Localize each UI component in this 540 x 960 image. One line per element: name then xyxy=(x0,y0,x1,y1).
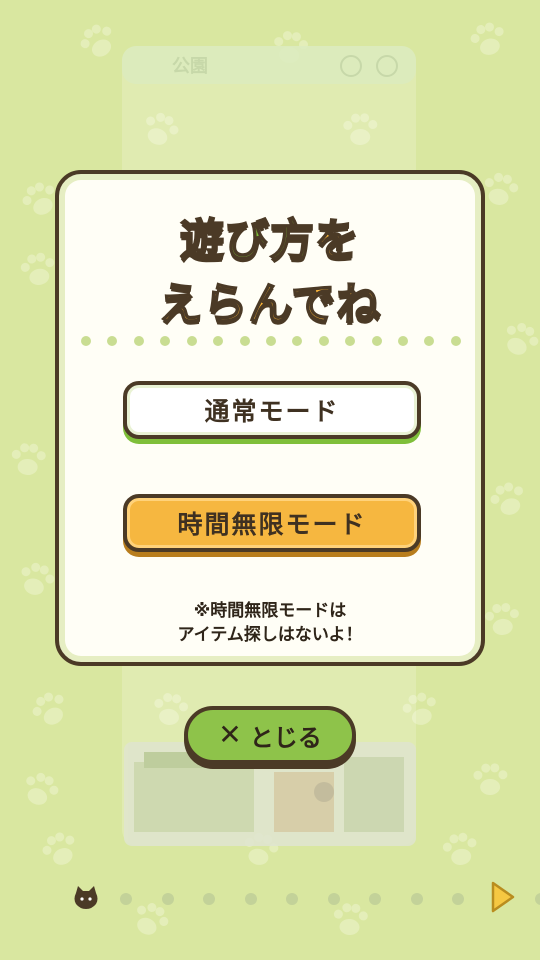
divider-paw-icon xyxy=(424,336,435,346)
paw-icon xyxy=(506,322,539,355)
normal-mode-button[interactable]: 通常モード xyxy=(123,381,421,439)
close-label: とじる xyxy=(249,723,322,752)
note-line2: アイテム探しはないよ！ xyxy=(177,625,363,645)
page-dot[interactable] xyxy=(286,893,298,905)
page-dot[interactable] xyxy=(244,893,257,905)
title-main-text: 遊び方 xyxy=(179,214,315,267)
mode-select-dialog: 遊び方を えらんでね 通常モード 時間無限モード ※時間無限モードは アイテム探… xyxy=(55,170,485,666)
paw-divider xyxy=(81,334,461,348)
divider-paw-icon xyxy=(450,336,461,346)
divider-paw-icon xyxy=(265,336,276,346)
paw-icon xyxy=(21,562,55,595)
background-header-title: 公園 xyxy=(172,56,208,77)
divider-paw-icon xyxy=(160,336,171,346)
paw-icon xyxy=(11,443,46,475)
divider-paw-icon xyxy=(133,336,144,346)
next-arrow-icon[interactable] xyxy=(488,880,516,914)
paw-icon xyxy=(490,482,524,515)
close-button[interactable]: ✕ とじる xyxy=(184,706,356,764)
page-dot[interactable] xyxy=(410,893,423,905)
dialog-title-line1: 遊び方を xyxy=(59,204,481,268)
divider-paw-icon xyxy=(371,336,382,346)
divider-paw-icon xyxy=(345,336,356,346)
cat-face-icon xyxy=(74,886,98,909)
page-indicator xyxy=(68,885,540,913)
divider-paw-icon xyxy=(398,336,409,346)
divider-paw-icon xyxy=(107,336,118,346)
background-icon xyxy=(340,55,362,77)
close-x-icon: ✕ xyxy=(218,718,242,751)
mode-note: ※時間無限モードは アイテム探しはないよ！ xyxy=(59,599,481,647)
page-dot[interactable] xyxy=(203,893,215,905)
divider-paw-icon xyxy=(239,336,250,346)
paw-icon xyxy=(32,692,64,725)
dialog-title-line2: えらんでね xyxy=(158,278,382,331)
background-icon xyxy=(376,55,398,77)
page-dot[interactable] xyxy=(535,893,540,905)
paw-icon xyxy=(42,832,75,865)
background-header xyxy=(122,46,416,84)
paw-icon xyxy=(26,772,59,805)
page-dot[interactable] xyxy=(120,893,132,905)
divider-paw-icon xyxy=(186,336,197,346)
divider-paw-icon xyxy=(81,336,91,346)
note-line1: ※時間無限モードは xyxy=(193,601,347,621)
title-accent-text: を xyxy=(314,214,360,267)
unlimited-mode-button[interactable]: 時間無限モード xyxy=(123,494,421,552)
paw-icon xyxy=(485,603,519,635)
divider-paw-icon xyxy=(213,336,224,346)
paw-icon xyxy=(442,832,477,865)
paw-icon xyxy=(473,763,508,795)
page-dot[interactable] xyxy=(452,893,464,905)
paw-icon xyxy=(470,22,504,55)
paw-icon xyxy=(80,24,112,57)
page-dot[interactable] xyxy=(369,893,381,905)
page-dot[interactable] xyxy=(327,893,340,905)
divider-paw-icon xyxy=(292,336,303,346)
divider-paw-icon xyxy=(318,336,329,346)
page-dot[interactable] xyxy=(161,893,174,905)
